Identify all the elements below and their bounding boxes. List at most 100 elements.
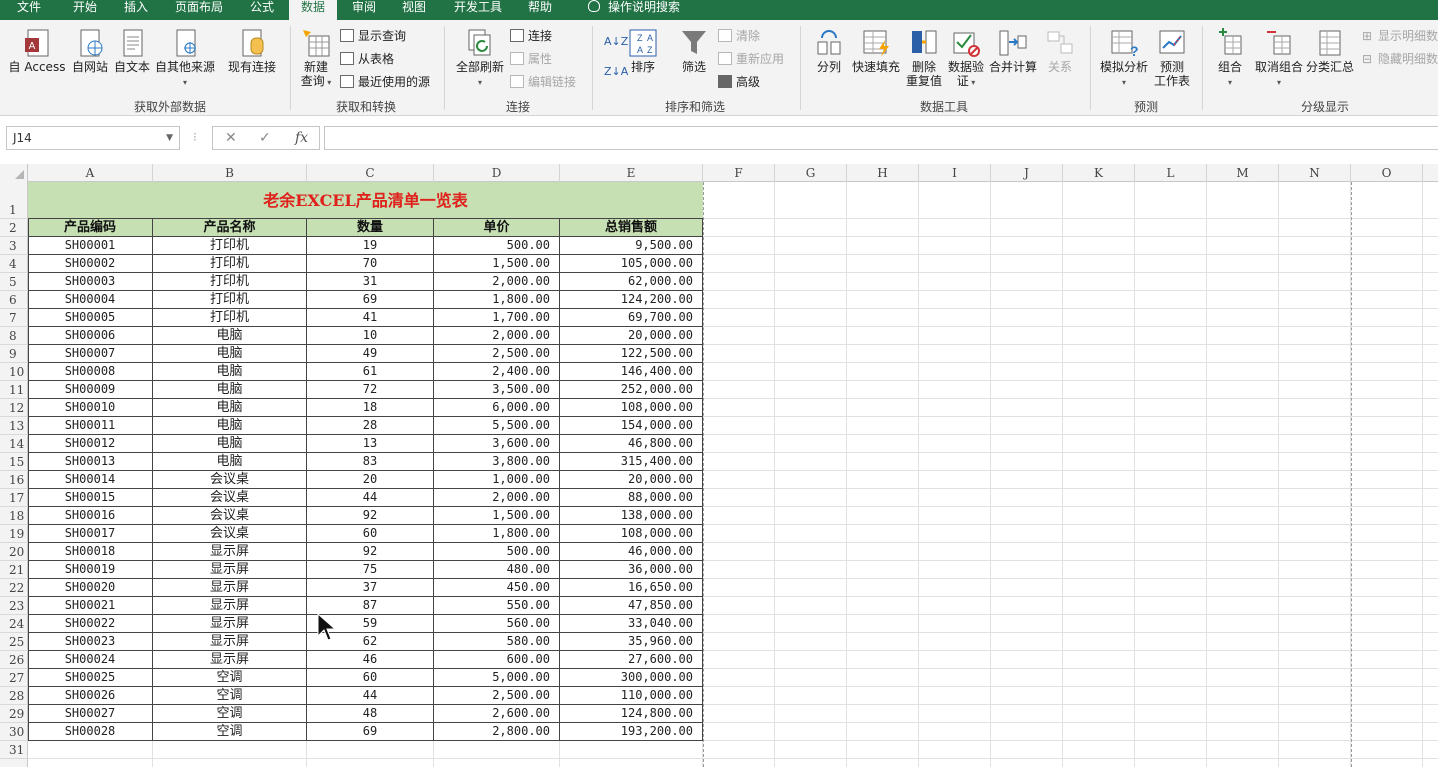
- table-cell[interactable]: 108,000.00: [560, 399, 703, 417]
- table-cell[interactable]: SH00007: [28, 345, 153, 363]
- table-cell[interactable]: 19: [307, 237, 434, 255]
- table-cell[interactable]: SH00003: [28, 273, 153, 291]
- recent-sources-button[interactable]: 最近使用的源: [340, 74, 430, 90]
- table-cell[interactable]: SH00013: [28, 453, 153, 471]
- row-header[interactable]: 26: [0, 651, 28, 669]
- table-cell[interactable]: 电脑: [153, 363, 307, 381]
- table-cell[interactable]: SH00026: [28, 687, 153, 705]
- row-header[interactable]: 27: [0, 669, 28, 687]
- table-cell[interactable]: 500.00: [434, 237, 560, 255]
- table-cell[interactable]: 600.00: [434, 651, 560, 669]
- table-cell[interactable]: 5,000.00: [434, 669, 560, 687]
- table-cell[interactable]: 6,000.00: [434, 399, 560, 417]
- table-cell[interactable]: 46,000.00: [560, 543, 703, 561]
- table-cell[interactable]: 3,600.00: [434, 435, 560, 453]
- table-cell[interactable]: 300,000.00: [560, 669, 703, 687]
- table-cell[interactable]: 69: [307, 723, 434, 741]
- column-header-b[interactable]: B: [153, 164, 307, 182]
- show-detail-button[interactable]: ⊞ 显示明细数: [1362, 28, 1438, 44]
- existing-connections-button[interactable]: 现有连接: [226, 28, 278, 74]
- table-cell[interactable]: 20,000.00: [560, 471, 703, 489]
- cancel-icon[interactable]: ✕: [225, 130, 237, 146]
- tab-help[interactable]: 帮助: [518, 0, 562, 20]
- connections-button[interactable]: 连接: [510, 28, 552, 44]
- table-cell[interactable]: 会议桌: [153, 489, 307, 507]
- table-cell[interactable]: SH00020: [28, 579, 153, 597]
- table-cell[interactable]: 会议桌: [153, 471, 307, 489]
- table-cell[interactable]: 打印机: [153, 291, 307, 309]
- table-cell[interactable]: 2,400.00: [434, 363, 560, 381]
- column-header-o[interactable]: O: [1351, 164, 1423, 182]
- column-header-k[interactable]: K: [1063, 164, 1135, 182]
- table-cell[interactable]: 72: [307, 381, 434, 399]
- text-to-columns-button[interactable]: 分列: [810, 28, 848, 74]
- name-box[interactable]: J14 ▼: [6, 126, 180, 150]
- sort-descending-button[interactable]: Z↓A: [604, 64, 628, 80]
- row-header[interactable]: 25: [0, 633, 28, 651]
- table-cell[interactable]: 500.00: [434, 543, 560, 561]
- row-header[interactable]: 17: [0, 489, 28, 507]
- table-cell[interactable]: 27,600.00: [560, 651, 703, 669]
- row-header[interactable]: 10: [0, 363, 28, 381]
- table-cell[interactable]: 2,600.00: [434, 705, 560, 723]
- table-cell[interactable]: 13: [307, 435, 434, 453]
- table-header-cell[interactable]: 数量: [307, 219, 434, 237]
- table-cell[interactable]: 110,000.00: [560, 687, 703, 705]
- edit-links-button[interactable]: 编辑链接: [510, 74, 576, 90]
- formula-input[interactable]: [324, 126, 1438, 150]
- table-cell[interactable]: 显示屏: [153, 561, 307, 579]
- table-cell[interactable]: 146,400.00: [560, 363, 703, 381]
- filter-button[interactable]: 筛选: [676, 28, 712, 74]
- reapply-button[interactable]: 重新应用: [718, 51, 784, 67]
- table-cell[interactable]: 20,000.00: [560, 327, 703, 345]
- table-cell[interactable]: 电脑: [153, 345, 307, 363]
- table-cell[interactable]: SH00017: [28, 525, 153, 543]
- column-header-e[interactable]: E: [560, 164, 703, 182]
- table-cell[interactable]: 69: [307, 291, 434, 309]
- refresh-all-button[interactable]: 全部刷新 ▾: [452, 28, 508, 90]
- table-cell[interactable]: 显示屏: [153, 615, 307, 633]
- table-cell[interactable]: 75: [307, 561, 434, 579]
- column-header-l[interactable]: L: [1135, 164, 1207, 182]
- table-cell[interactable]: 49: [307, 345, 434, 363]
- insert-function-icon[interactable]: fx: [295, 130, 308, 146]
- table-cell[interactable]: 37: [307, 579, 434, 597]
- row-header[interactable]: 20: [0, 543, 28, 561]
- clear-filter-button[interactable]: 清除: [718, 28, 760, 44]
- table-cell[interactable]: 44: [307, 687, 434, 705]
- table-cell[interactable]: 空调: [153, 669, 307, 687]
- table-cell[interactable]: 显示屏: [153, 633, 307, 651]
- row-header[interactable]: 19: [0, 525, 28, 543]
- table-cell[interactable]: 显示屏: [153, 579, 307, 597]
- select-all-button[interactable]: [0, 164, 28, 182]
- table-cell[interactable]: 122,500.00: [560, 345, 703, 363]
- from-web-button[interactable]: 自网站: [70, 28, 110, 74]
- tab-home[interactable]: 开始: [62, 0, 108, 20]
- tell-me-search[interactable]: 操作说明搜索: [578, 0, 690, 20]
- column-header-d[interactable]: D: [434, 164, 560, 182]
- table-cell[interactable]: 60: [307, 525, 434, 543]
- tab-view[interactable]: 视图: [392, 0, 436, 20]
- table-cell[interactable]: 41: [307, 309, 434, 327]
- table-cell[interactable]: 电脑: [153, 435, 307, 453]
- table-cell[interactable]: 35,960.00: [560, 633, 703, 651]
- consolidate-button[interactable]: 合并计算: [988, 28, 1038, 74]
- table-cell[interactable]: SH00016: [28, 507, 153, 525]
- table-cell[interactable]: 2,800.00: [434, 723, 560, 741]
- table-cell[interactable]: SH00015: [28, 489, 153, 507]
- table-cell[interactable]: 电脑: [153, 381, 307, 399]
- table-cell[interactable]: 1,000.00: [434, 471, 560, 489]
- table-cell[interactable]: 16,650.00: [560, 579, 703, 597]
- table-cell[interactable]: 1,800.00: [434, 525, 560, 543]
- table-header-cell[interactable]: 产品名称: [153, 219, 307, 237]
- table-cell[interactable]: SH00024: [28, 651, 153, 669]
- table-cell[interactable]: 电脑: [153, 399, 307, 417]
- table-cell[interactable]: SH00011: [28, 417, 153, 435]
- table-cell[interactable]: 3,800.00: [434, 453, 560, 471]
- tab-formulas[interactable]: 公式: [240, 0, 284, 20]
- from-text-button[interactable]: 自文本: [112, 28, 152, 74]
- table-cell[interactable]: 1,700.00: [434, 309, 560, 327]
- table-cell[interactable]: SH00023: [28, 633, 153, 651]
- tab-data[interactable]: 数据: [289, 0, 337, 20]
- sort-button[interactable]: ZAAZ 排序: [626, 28, 660, 74]
